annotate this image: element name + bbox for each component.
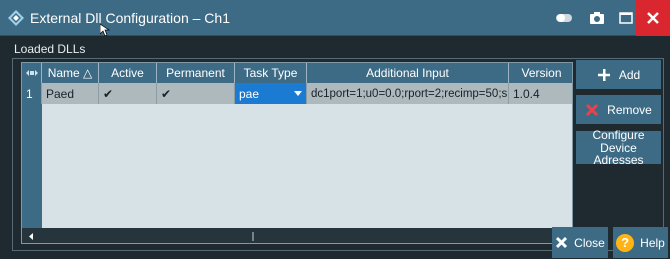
- cell-permanent-checkbox[interactable]: ✔: [157, 83, 235, 104]
- window-title: External Dll Configuration – Ch1: [30, 10, 230, 26]
- cell-active-checkbox[interactable]: ✔: [99, 83, 157, 104]
- group-label: Loaded DLLs: [14, 42, 86, 56]
- plus-icon: [597, 68, 610, 81]
- configure-device-addresses-button[interactable]: Configure Device Adresses: [576, 128, 661, 167]
- close-button-label: Close: [574, 235, 605, 250]
- help-icon: ?: [616, 233, 635, 252]
- dialog-content: Loaded DLLs Name △ Active Permanent Task…: [0, 36, 670, 259]
- cell-task-type-select[interactable]: pae: [235, 83, 307, 104]
- help-button-label: Help: [640, 235, 665, 250]
- column-header-active[interactable]: Active: [99, 63, 157, 83]
- title-bar: External Dll Configuration – Ch1: [0, 0, 670, 36]
- horizontal-scrollbar[interactable]: [22, 228, 572, 243]
- scrollbar-thumb[interactable]: [252, 232, 254, 241]
- close-x-icon: [556, 236, 568, 249]
- column-header-name[interactable]: Name △: [42, 63, 99, 83]
- cell-name[interactable]: Paed: [42, 83, 99, 104]
- column-header-select-all[interactable]: [22, 63, 42, 83]
- maximize-icon[interactable]: [614, 6, 638, 30]
- row-index: 1: [22, 83, 42, 104]
- column-header-permanent[interactable]: Permanent: [157, 63, 235, 83]
- loaded-dlls-group: Name △ Active Permanent Task Type Additi…: [12, 58, 664, 251]
- scroll-left-icon[interactable]: [26, 231, 37, 242]
- help-button[interactable]: ? Help: [613, 227, 668, 258]
- cell-additional-input[interactable]: dc1port=1;u0=0.0;rport=2;recimp=50;srcim…: [307, 83, 509, 104]
- column-header-version[interactable]: Version: [509, 63, 572, 83]
- close-icon: [647, 12, 659, 24]
- toggle-icon[interactable]: [552, 6, 576, 30]
- column-header-additional-input[interactable]: Additional Input: [307, 63, 509, 83]
- window-close-button[interactable]: [636, 0, 670, 36]
- remove-button[interactable]: Remove: [576, 95, 661, 124]
- select-all-icon: [25, 70, 38, 76]
- task-type-value: pae: [239, 86, 260, 101]
- row-header-column: [22, 104, 42, 228]
- remove-x-icon: [586, 103, 599, 116]
- configure-label-line1: Configure: [592, 128, 645, 142]
- mouse-cursor-icon: [100, 24, 110, 36]
- cell-version: 1.0.4: [513, 86, 540, 101]
- camera-icon[interactable]: [585, 6, 609, 30]
- remove-button-label: Remove: [607, 102, 652, 117]
- configure-label-line2: Device Adresses: [593, 141, 644, 167]
- add-button[interactable]: Add: [576, 60, 661, 89]
- app-icon: [8, 10, 24, 26]
- table-header: Name △ Active Permanent Task Type Additi…: [22, 63, 572, 83]
- column-header-task-type[interactable]: Task Type: [235, 63, 307, 83]
- dropdown-arrow-icon: [294, 91, 302, 96]
- close-button[interactable]: Close: [552, 227, 608, 258]
- add-button-label: Add: [618, 67, 641, 82]
- table-row[interactable]: 1 Paed ✔ ✔ pae dc1port=1;u0=0.0;rport=2;…: [22, 83, 572, 104]
- dll-table: Name △ Active Permanent Task Type Additi…: [21, 62, 573, 244]
